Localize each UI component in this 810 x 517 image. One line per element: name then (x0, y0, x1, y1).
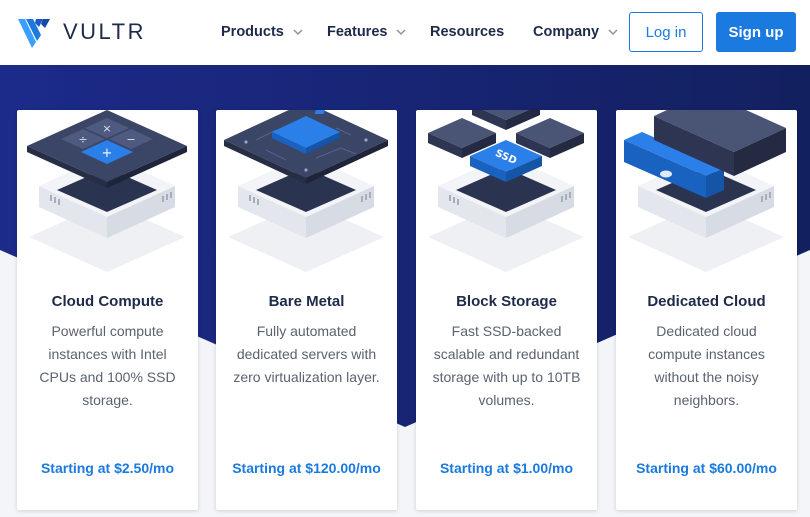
card-price-link[interactable]: Starting at $120.00/mo (216, 460, 397, 476)
calc-divide-glyph: ÷ (78, 133, 87, 146)
calc-times-glyph: × (102, 122, 111, 135)
calc-plus-glyph: + (102, 146, 113, 161)
nav-company[interactable]: Company (533, 24, 618, 40)
product-card-bare-metal[interactable]: Bare Metal Fully automated dedicated ser… (216, 110, 397, 510)
card-price-link[interactable]: Starting at $1.00/mo (416, 460, 597, 476)
vultr-logo[interactable]: VULTR (17, 15, 146, 49)
card-title: Dedicated Cloud (647, 293, 766, 310)
card-title: Bare Metal (268, 293, 345, 310)
dedicated-cloud-server-icon (624, 110, 786, 272)
calculator-server-icon: × − ÷ + (27, 110, 187, 272)
chevron-down-icon (396, 28, 406, 35)
chevron-down-icon (608, 28, 618, 35)
nav-resources[interactable]: Resources (430, 24, 504, 40)
card-description: Dedicated cloud compute instances withou… (648, 323, 765, 408)
card-title: Block Storage (456, 293, 557, 310)
card-description: Fast SSD-backed scalable and redundant s… (432, 323, 581, 408)
ssd-storage-server-icon: SSD (428, 110, 584, 272)
signup-button[interactable]: Sign up (716, 12, 796, 52)
card-title: Cloud Compute (51, 293, 164, 310)
nav-products[interactable]: Products (221, 24, 303, 40)
nav-features-label: Features (327, 24, 388, 40)
product-card-dedicated-cloud[interactable]: Dedicated Cloud Dedicated cloud compute … (616, 110, 797, 510)
cpu-chip-server-icon (224, 110, 388, 272)
card-price-link[interactable]: Starting at $60.00/mo (616, 460, 797, 476)
product-card-block-storage[interactable]: SSD Block Storage Fast SSD-backed scalab… (416, 110, 597, 510)
card-description: Fully automated dedicated servers with z… (233, 323, 380, 385)
chevron-down-icon (293, 28, 303, 35)
nav-resources-label: Resources (430, 24, 505, 40)
product-card-cloud-compute[interactable]: × − ÷ + Cloud Compute Powerful compute i… (17, 110, 198, 510)
card-price-link[interactable]: Starting at $2.50/mo (17, 460, 198, 476)
login-button[interactable]: Log in (629, 12, 703, 52)
top-navigation-bar: VULTR Products Features Resources Compan… (0, 0, 810, 65)
logo-wordmark: VULTR (63, 19, 146, 44)
nav-company-label: Company (533, 24, 600, 40)
card-description: Powerful compute instances with Intel CP… (39, 323, 176, 408)
nav-products-label: Products (221, 24, 284, 40)
nav-features[interactable]: Features (327, 24, 406, 40)
calc-minus-glyph: − (126, 133, 135, 146)
vultr-logo-icon (18, 19, 50, 48)
